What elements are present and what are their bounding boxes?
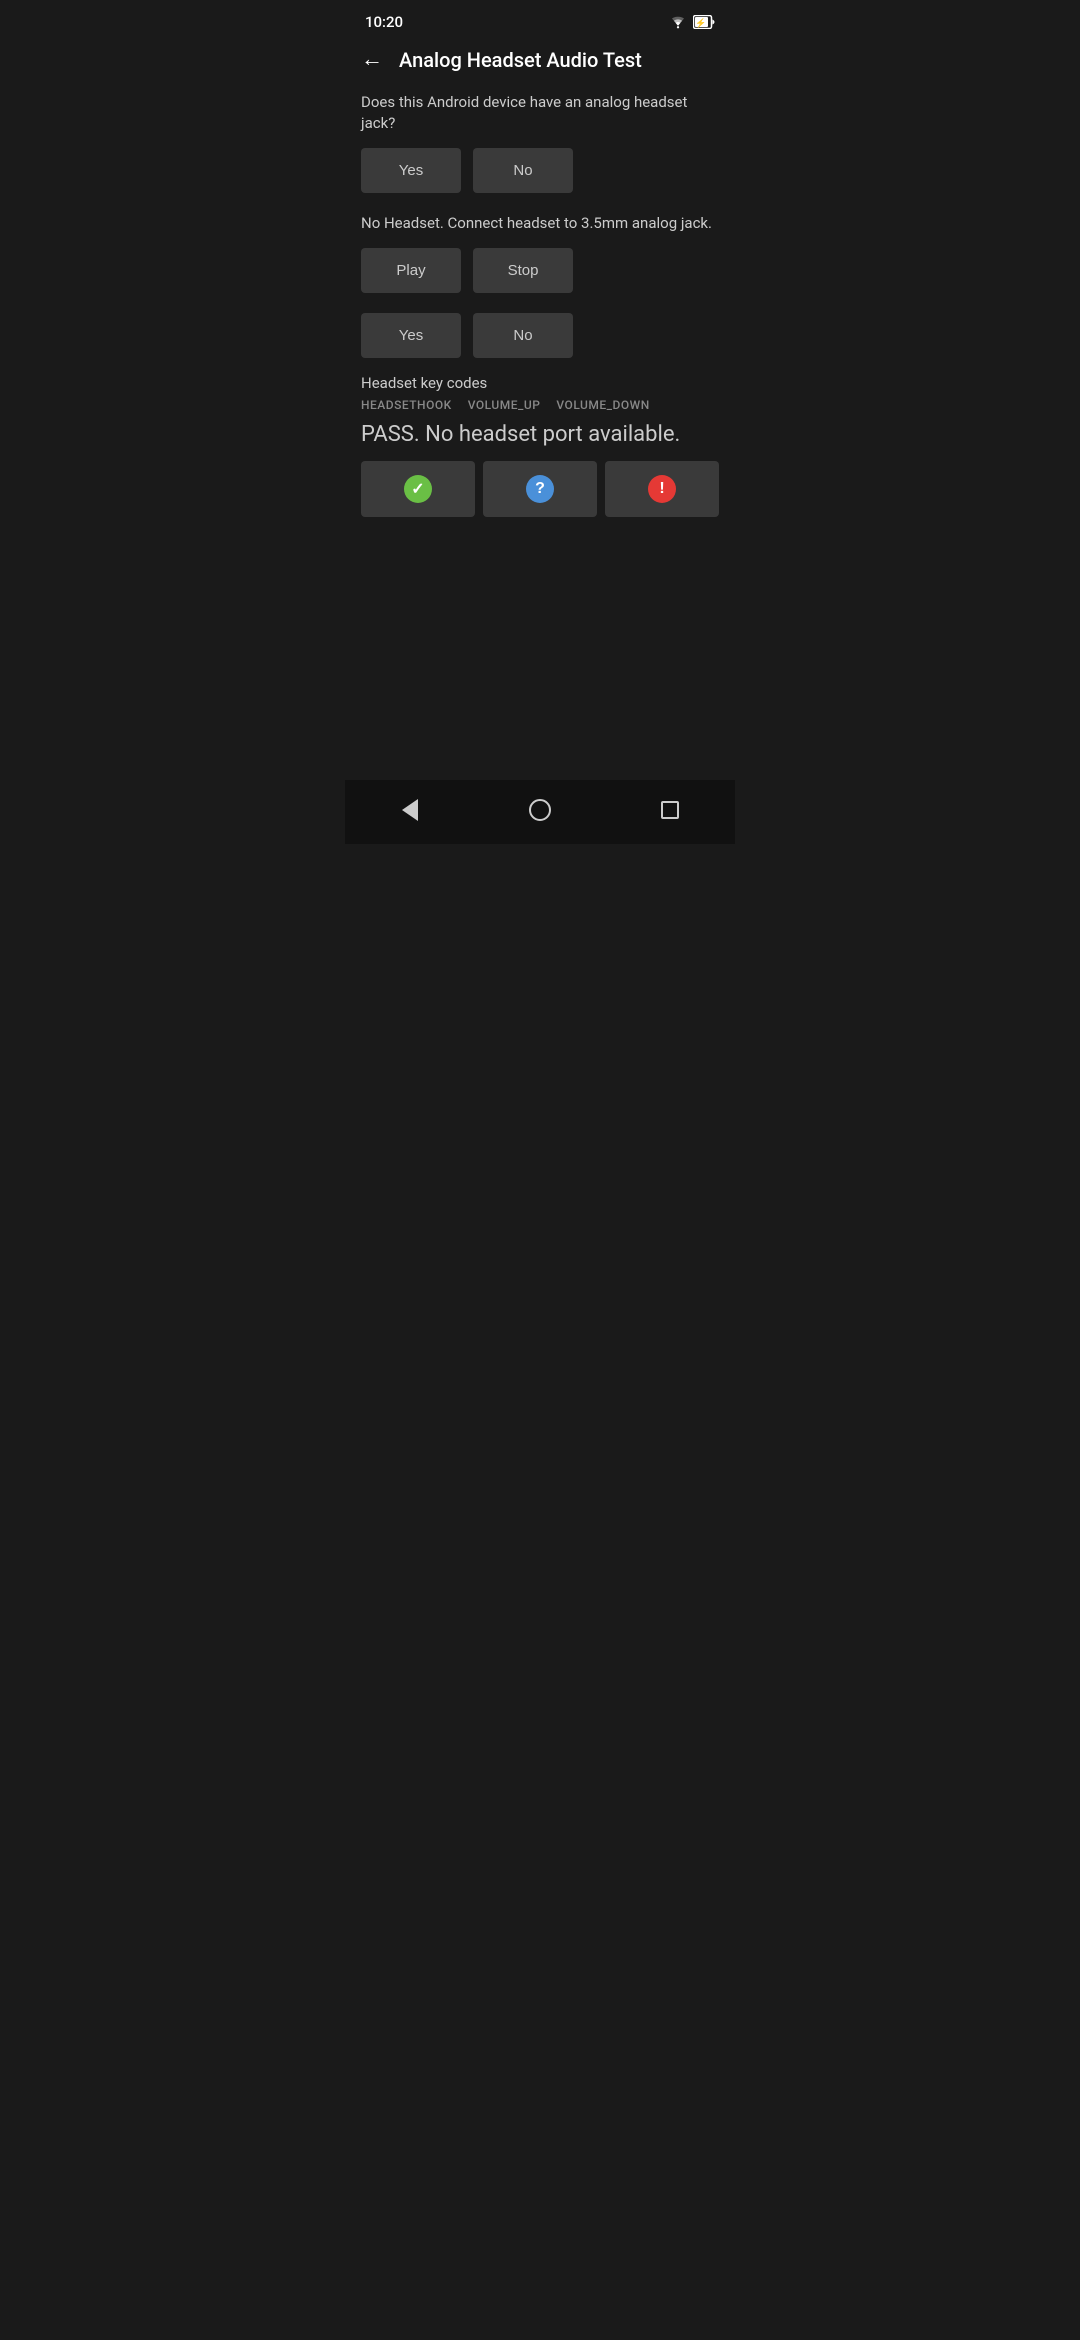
nav-back-icon	[402, 799, 418, 821]
play-stop-buttons: Play Stop	[361, 248, 719, 293]
battery-icon: ⚡	[693, 15, 715, 29]
pass-icon: ✓	[404, 475, 432, 503]
jack-question: Does this Android device have an analog …	[361, 92, 719, 134]
fail-result-button[interactable]: !	[605, 461, 719, 517]
pass-result-button[interactable]: ✓	[361, 461, 475, 517]
headset-info-text: No Headset. Connect headset to 3.5mm ana…	[361, 213, 719, 234]
headset-key-section: Headset key codes HEADSETHOOK VOLUME_UP …	[361, 374, 719, 447]
info-icon: ?	[526, 475, 554, 503]
nav-recent-icon	[661, 801, 679, 819]
jack-question-buttons: Yes No	[361, 148, 719, 193]
key-codes-row: HEADSETHOOK VOLUME_UP VOLUME_DOWN	[361, 398, 719, 412]
nav-home-button[interactable]	[515, 792, 565, 828]
result-action-buttons: ✓ ? !	[361, 461, 719, 517]
content-area: Does this Android device have an analog …	[345, 84, 735, 780]
nav-back-button[interactable]	[385, 792, 435, 828]
nav-bar	[345, 780, 735, 844]
fail-icon: !	[648, 475, 676, 503]
key-code-vol-up: VOLUME_UP	[468, 398, 541, 412]
page-title: Analog Headset Audio Test	[399, 48, 642, 72]
pass-text: PASS. No headset port available.	[361, 422, 719, 447]
jack-yes-button[interactable]: Yes	[361, 148, 461, 193]
nav-home-icon	[529, 799, 551, 821]
status-icons: ⚡	[669, 15, 715, 29]
key-code-vol-down: VOLUME_DOWN	[556, 398, 649, 412]
status-bar: 10:20 ⚡	[345, 0, 735, 40]
back-button[interactable]: ←	[361, 49, 383, 71]
key-code-hook: HEADSETHOOK	[361, 398, 452, 412]
info-result-button[interactable]: ?	[483, 461, 597, 517]
toolbar: ← Analog Headset Audio Test	[345, 40, 735, 84]
jack-no-button[interactable]: No	[473, 148, 573, 193]
svg-text:⚡: ⚡	[695, 17, 706, 29]
status-time: 10:20	[365, 13, 403, 31]
play-button[interactable]: Play	[361, 248, 461, 293]
wifi-icon	[669, 15, 687, 29]
stop-button[interactable]: Stop	[473, 248, 573, 293]
nav-recent-button[interactable]	[645, 792, 695, 828]
result-yes-no-buttons: Yes No	[361, 313, 719, 358]
headset-key-title: Headset key codes	[361, 374, 719, 392]
result-yes-button[interactable]: Yes	[361, 313, 461, 358]
result-no-button[interactable]: No	[473, 313, 573, 358]
